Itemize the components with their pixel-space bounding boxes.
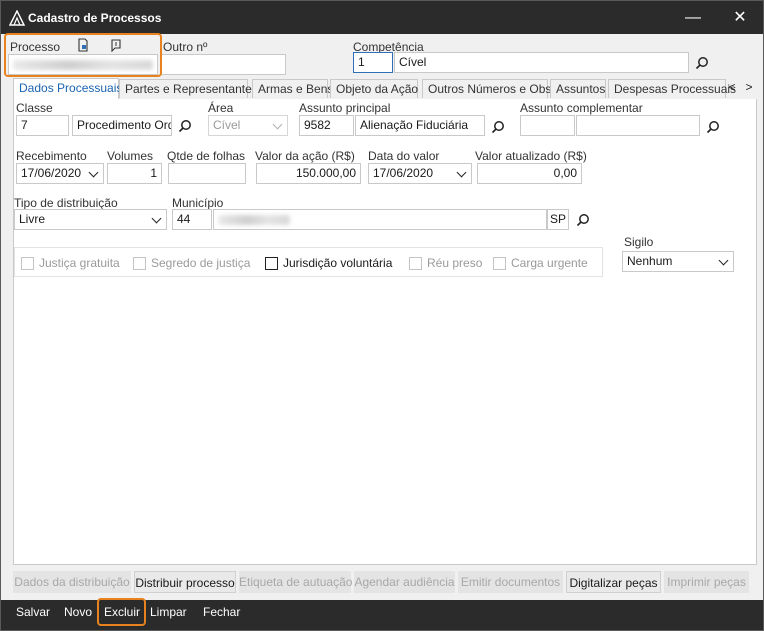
search-icon[interactable] <box>178 119 192 133</box>
justica-gratuita-label: Justiça gratuita <box>39 256 120 270</box>
search-icon[interactable] <box>576 213 590 227</box>
tipo-distribuicao-label: Tipo de distribuição <box>14 196 118 210</box>
redacted-municipio <box>218 215 290 225</box>
recebimento-date-picker[interactable]: 17/06/2020 <box>16 163 104 184</box>
tab-prev-button[interactable]: < <box>725 79 739 97</box>
action-bar: Dados da distribuição Distribuir process… <box>13 571 755 593</box>
reu-preso-checkbox[interactable] <box>409 257 422 270</box>
sigilo-label: Sigilo <box>624 235 654 249</box>
competencia-name-input[interactable]: Cível <box>394 52 689 73</box>
assunto-complementar-label: Assunto complementar <box>520 101 643 115</box>
outro-numero-label: Outro nº <box>163 40 208 54</box>
cadastro-window: Cadastro de Processos — ✕ Processo Outro… <box>0 0 764 631</box>
volumes-input[interactable]: 1 <box>107 163 162 184</box>
justica-gratuita-checkbox[interactable] <box>21 257 34 270</box>
processo-label: Processo <box>10 40 61 54</box>
imprimir-pecas-button[interactable]: Imprimir peças <box>664 571 749 593</box>
assunto-principal-label: Assunto principal <box>299 101 391 115</box>
tab-next-button[interactable]: > <box>742 79 756 97</box>
note-icon[interactable] <box>109 38 123 52</box>
municipio-uf-input[interactable]: SP <box>547 209 569 230</box>
limpar-button[interactable]: Limpar <box>150 600 187 630</box>
carga-urgente-label: Carga urgente <box>511 256 588 270</box>
municipio-code-input[interactable]: 44 <box>172 209 212 230</box>
search-icon[interactable] <box>695 56 709 70</box>
valor-atualizado-label: Valor atualizado (R$) <box>475 149 587 163</box>
tab-objeto-acao[interactable]: Objeto da Ação <box>330 79 418 98</box>
recebimento-label: Recebimento <box>16 149 87 163</box>
tab-dados-processuais[interactable]: Dados Processuais <box>13 78 122 99</box>
outro-numero-input[interactable] <box>161 54 286 75</box>
qtde-folhas-label: Qtde de folhas <box>167 149 246 163</box>
assunto-complementar-name-input[interactable] <box>576 115 700 136</box>
area-select[interactable]: Cível <box>208 115 288 136</box>
document-icon[interactable] <box>76 38 90 52</box>
classe-label: Classe <box>16 101 53 115</box>
classe-name-input[interactable]: Procedimento Ordi <box>72 115 172 136</box>
assunto-principal-code-input[interactable]: 9582 <box>299 115 354 136</box>
tipo-distribuicao-select[interactable]: Livre <box>14 209 167 230</box>
window-title: Cadastro de Processos <box>28 11 162 25</box>
distribuir-processo-button[interactable]: Distribuir processo <box>134 571 236 593</box>
digitalizar-pecas-button[interactable]: Digitalizar peças <box>566 571 661 593</box>
novo-button[interactable]: Novo <box>64 600 92 630</box>
jurisdicao-voluntaria-checkbox[interactable] <box>265 257 278 270</box>
carga-urgente-checkbox[interactable] <box>493 257 506 270</box>
tab-despesas-processuais[interactable]: Despesas Processuais <box>608 79 736 98</box>
reu-preso-label: Réu preso <box>427 256 483 270</box>
segredo-justica-label: Segredo de justiça <box>151 256 251 270</box>
search-icon[interactable] <box>491 120 505 134</box>
minimize-button[interactable]: — <box>673 5 713 31</box>
title-bar: Cadastro de Processos — ✕ <box>1 1 763 34</box>
qtde-folhas-input[interactable] <box>168 163 246 184</box>
etiqueta-autuacao-button[interactable]: Etiqueta de autuação <box>239 571 352 593</box>
tab-outros-numeros[interactable]: Outros Números e Obs. <box>422 79 555 98</box>
area-label: Área <box>208 101 234 115</box>
data-valor-date-picker[interactable]: 17/06/2020 <box>368 163 472 184</box>
agendar-audiencia-button[interactable]: Agendar audiência <box>354 571 455 593</box>
flags-group: Justiça gratuita Segredo de justiça Juri… <box>14 247 603 277</box>
emitir-documentos-button[interactable]: Emitir documentos <box>458 571 563 593</box>
app-icon <box>9 10 25 26</box>
tab-assuntos[interactable]: Assuntos <box>550 79 606 98</box>
tab-strip: Dados Processuais Partes e Representante… <box>13 78 755 100</box>
volumes-label: Volumes <box>107 149 154 163</box>
salvar-button[interactable]: Salvar <box>16 600 50 630</box>
classe-code-input[interactable]: 7 <box>16 115 69 136</box>
valor-acao-label: Valor da ação (R$) <box>255 149 355 163</box>
bottom-bar: Salvar Novo Excluir Limpar Fechar <box>1 600 763 630</box>
segredo-justica-checkbox[interactable] <box>133 257 146 270</box>
assunto-principal-name-input[interactable]: Alienação Fiduciária <box>355 115 485 136</box>
processo-input[interactable] <box>8 54 158 75</box>
municipio-name-input[interactable] <box>213 209 547 230</box>
excluir-button[interactable]: Excluir <box>104 600 140 630</box>
jurisdicao-voluntaria-label: Jurisdição voluntária <box>283 256 393 270</box>
tab-partes-representantes[interactable]: Partes e Representantes <box>119 79 258 98</box>
valor-atualizado-input[interactable]: 0,00 <box>477 163 582 184</box>
fechar-button[interactable]: Fechar <box>203 600 240 630</box>
assunto-complementar-code-input[interactable] <box>520 115 575 136</box>
data-valor-label: Data do valor <box>368 149 440 163</box>
sigilo-select[interactable]: Nenhum <box>622 251 734 272</box>
dados-processuais-panel: Classe 7 Procedimento Ordi Área Cível As… <box>13 99 757 565</box>
tab-armas-bens[interactable]: Armas e Bens <box>252 79 333 98</box>
search-icon[interactable] <box>706 120 720 134</box>
valor-acao-input[interactable]: 150.000,00 <box>256 163 361 184</box>
dados-distribuicao-button[interactable]: Dados da distribuição <box>13 571 131 593</box>
municipio-label: Município <box>172 196 224 210</box>
close-button[interactable]: ✕ <box>720 5 760 31</box>
competencia-code-input[interactable]: 1 <box>353 52 393 73</box>
redacted-processo <box>13 60 153 70</box>
